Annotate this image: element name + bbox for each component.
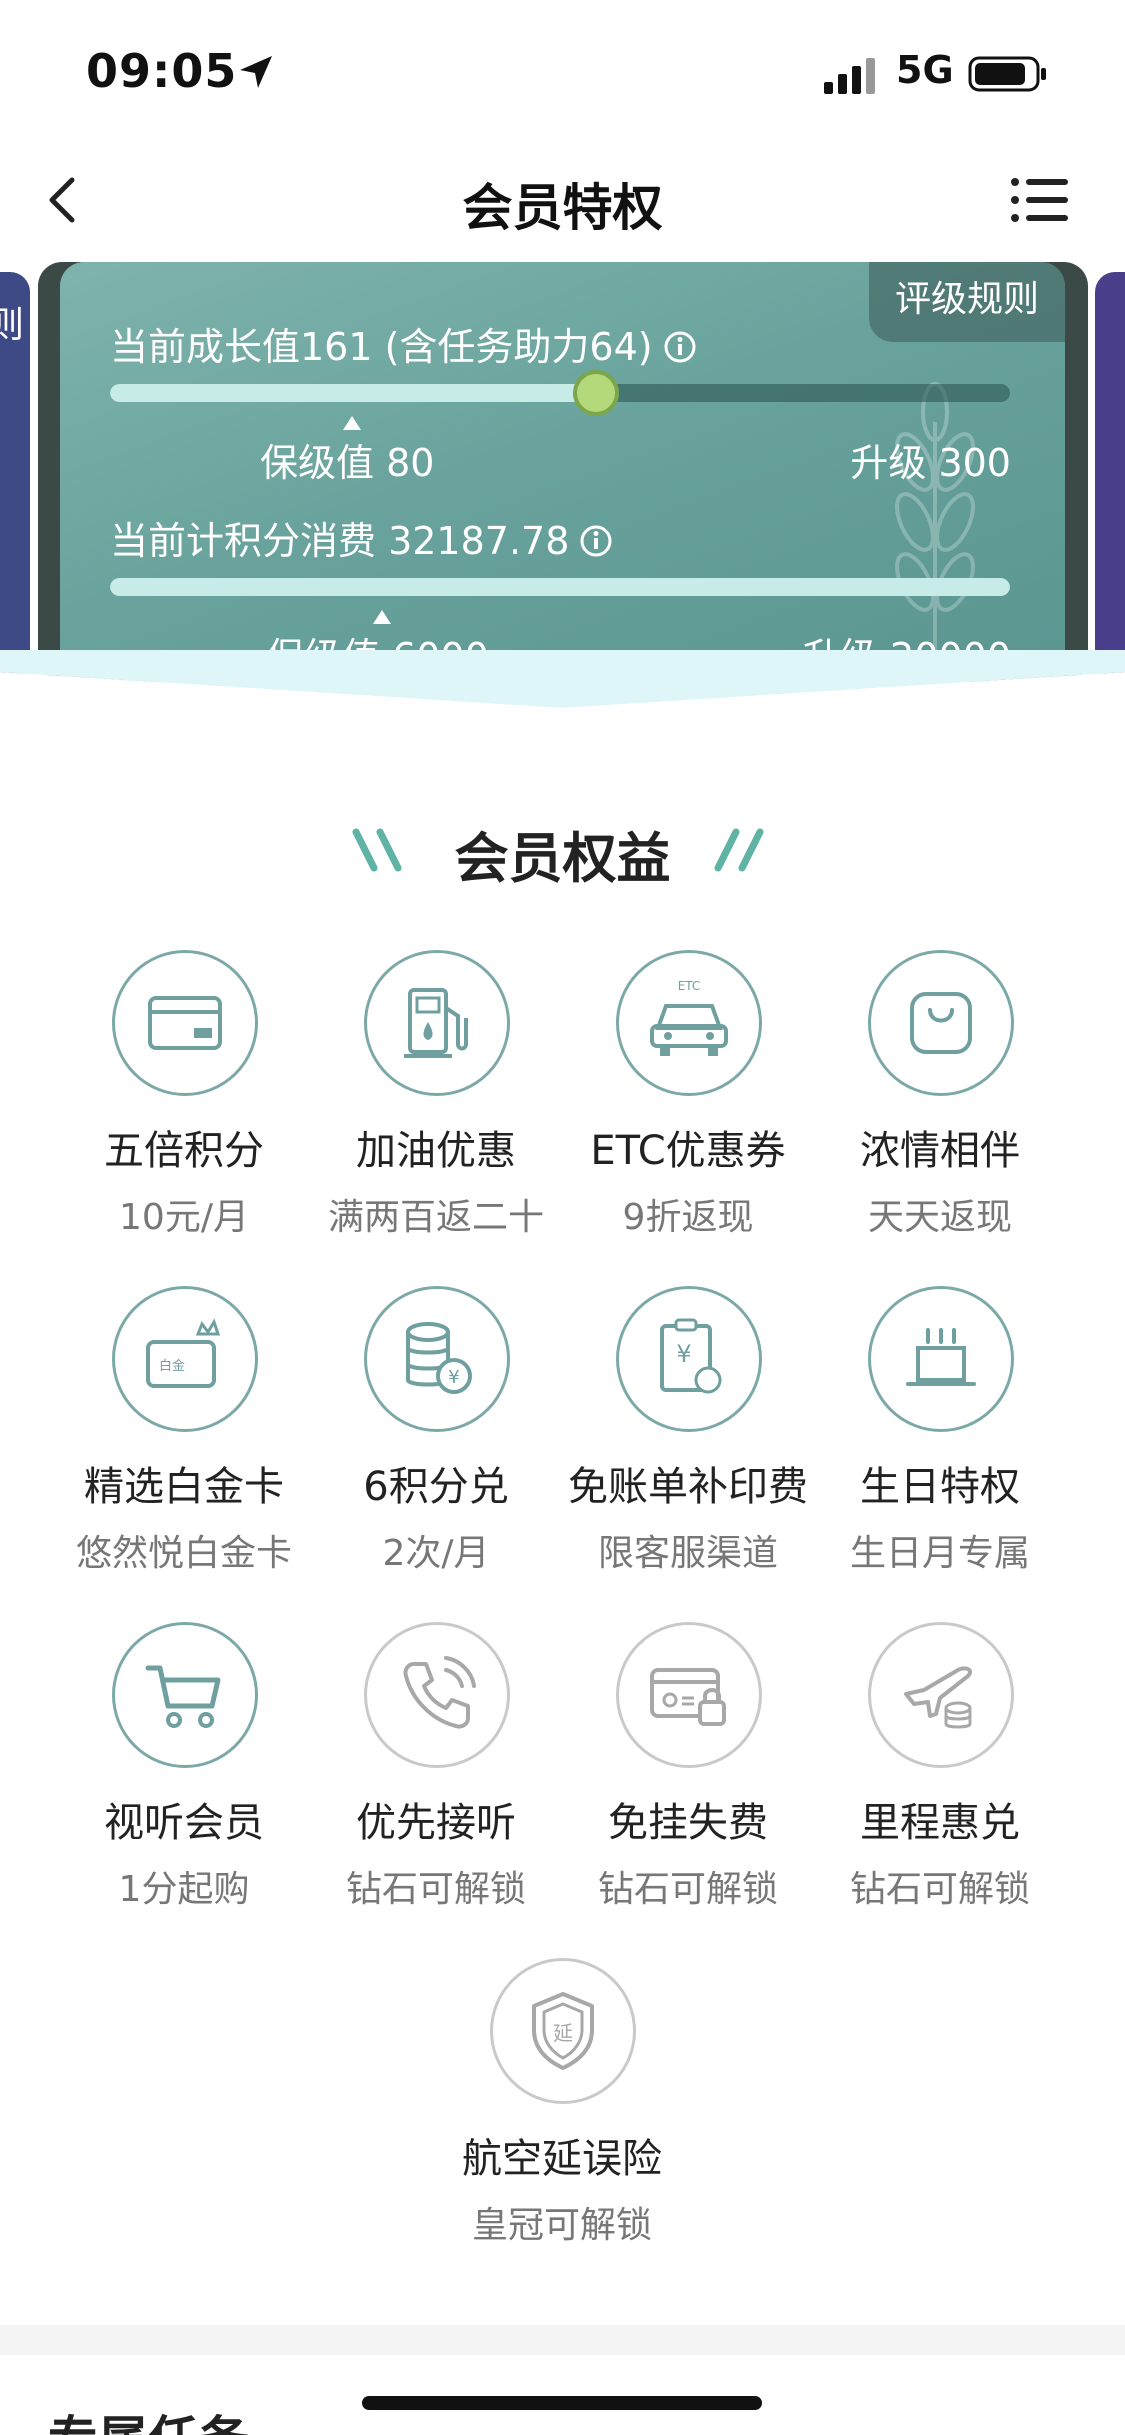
benefit-title: 里程惠兑 bbox=[860, 1800, 1020, 1846]
previous-card[interactable]: 则 bbox=[0, 272, 30, 682]
bill-icon: ¥ bbox=[660, 1318, 722, 1394]
shield-icon-text: 延 bbox=[553, 2021, 573, 2045]
growth-value-text: 当前成长值161 (含任务助力64) bbox=[110, 325, 653, 369]
benefit-birthday-privilege[interactable]: 生日特权 生日月专属 bbox=[800, 1286, 1080, 1606]
benefits-title: 会员权益 bbox=[454, 827, 671, 890]
banner-bottom-wave bbox=[0, 650, 1125, 740]
previous-card-edge-text: 则 bbox=[0, 305, 24, 346]
benefit-subtitle: 钻石可解锁 bbox=[849, 1869, 1030, 1910]
benefit-icon-circle bbox=[868, 1622, 1014, 1768]
heading-right-slash-icon bbox=[714, 828, 764, 872]
benefit-icon-circle: ETC bbox=[616, 950, 762, 1096]
status-bar: 09:05 5G bbox=[0, 0, 1125, 140]
rating-rules-button[interactable]: 评级规则 bbox=[869, 262, 1065, 342]
coins-icon: ¥ bbox=[406, 1322, 472, 1394]
membership-card-carousel[interactable]: 则 评级规则 当前成长值161 (含任务助力64) 保级值 80 升级 300 … bbox=[0, 262, 1125, 682]
benefit-subtitle: 生日月专属 bbox=[849, 1533, 1030, 1574]
points-progress-bar bbox=[110, 578, 1010, 596]
benefit-icon-circle bbox=[868, 1286, 1014, 1432]
benefit-mileage-redeem[interactable]: 里程惠兑 钻石可解锁 bbox=[800, 1622, 1080, 1942]
benefit-icon-circle bbox=[112, 1622, 258, 1768]
benefits-section-heading: 会员权益 bbox=[0, 808, 1125, 890]
benefit-icon-circle bbox=[616, 1622, 762, 1768]
benefit-warm-companion[interactable]: 浓情相伴 天天返现 bbox=[800, 950, 1080, 1270]
bill-icon-text: ¥ bbox=[676, 1340, 691, 1368]
member-privileges-page: 09:05 5G 会员特权 则 评级规则 当前成长值161 (含任务助力64) … bbox=[0, 0, 1125, 2435]
shield-icon: 延 bbox=[532, 1992, 594, 2070]
growth-progress-fill bbox=[110, 384, 596, 402]
shopping-bag-icon bbox=[910, 992, 972, 1054]
points-spend-label: 当前计积分消费 32187.78 bbox=[110, 510, 613, 565]
growth-upgrade-label: 升级 300 bbox=[850, 441, 1011, 485]
benefit-icon-circle: 延 bbox=[490, 1958, 636, 2104]
info-icon[interactable] bbox=[579, 524, 613, 558]
menu-list-icon[interactable] bbox=[1010, 174, 1070, 226]
card-icon bbox=[148, 996, 222, 1050]
network-type: 5G bbox=[896, 48, 954, 92]
status-time: 09:05 bbox=[86, 44, 238, 98]
growth-keep-level-label: 保级值 80 bbox=[260, 441, 435, 485]
platinum-card-icon: 白金 bbox=[146, 1318, 221, 1388]
current-level-card: 评级规则 当前成长值161 (含任务助力64) 保级值 80 升级 300 当前… bbox=[60, 262, 1065, 682]
cake-icon bbox=[906, 1328, 976, 1386]
section-divider bbox=[0, 2325, 1125, 2355]
benefit-subtitle: 天天返现 bbox=[867, 1197, 1012, 1238]
benefit-title: 浓情相伴 bbox=[860, 1128, 1020, 1174]
etc-car-icon: ETC bbox=[650, 979, 728, 1056]
exclusive-tasks-title: 专属任务 bbox=[48, 2400, 248, 2435]
card-lock-icon bbox=[650, 1668, 726, 1726]
benefit-icon-circle: ¥ bbox=[364, 1286, 510, 1432]
etc-icon-text: ETC bbox=[678, 979, 701, 993]
battery-icon bbox=[968, 56, 1046, 92]
page-title: 会员特权 bbox=[462, 179, 663, 237]
cart-icon bbox=[145, 1665, 221, 1728]
growth-progress-bar bbox=[110, 384, 1010, 402]
fuel-pump-icon bbox=[404, 988, 468, 1058]
benefit-icon-circle: 白金 bbox=[112, 1286, 258, 1432]
growth-value-label: 当前成长值161 (含任务助力64) bbox=[110, 316, 697, 371]
keep-level-marker bbox=[343, 416, 361, 430]
growth-progress-knob-icon bbox=[573, 370, 619, 416]
platinum-icon-text: 白金 bbox=[159, 1358, 185, 1374]
benefit-icon-circle bbox=[868, 950, 1014, 1096]
benefit-subtitle: 皇冠可解锁 bbox=[471, 2205, 652, 2246]
next-card[interactable] bbox=[1095, 272, 1125, 682]
home-indicator[interactable] bbox=[362, 2396, 762, 2410]
benefit-icon-circle bbox=[364, 950, 510, 1096]
benefit-icon-circle: ¥ bbox=[616, 1286, 762, 1432]
signal-icon bbox=[824, 58, 875, 94]
benefit-flight-delay-insurance[interactable]: 延 航空延误险 皇冠可解锁 bbox=[422, 1958, 702, 2278]
benefit-title: 生日特权 bbox=[860, 1464, 1020, 1510]
nav-bar: 会员特权 bbox=[0, 140, 1125, 260]
points-spend-text: 当前计积分消费 32187.78 bbox=[110, 519, 570, 563]
plane-coins-icon bbox=[904, 1666, 973, 1729]
phone-icon bbox=[403, 1656, 476, 1729]
coins-icon-text: ¥ bbox=[448, 1367, 459, 1388]
benefit-icon-circle bbox=[112, 950, 258, 1096]
benefit-title: 航空延误险 bbox=[462, 2136, 662, 2182]
benefit-icon-circle bbox=[364, 1622, 510, 1768]
points-progress-fill bbox=[110, 578, 1010, 596]
info-icon[interactable] bbox=[663, 330, 697, 364]
points-keep-level-marker bbox=[373, 610, 391, 624]
location-arrow-icon bbox=[240, 56, 272, 88]
